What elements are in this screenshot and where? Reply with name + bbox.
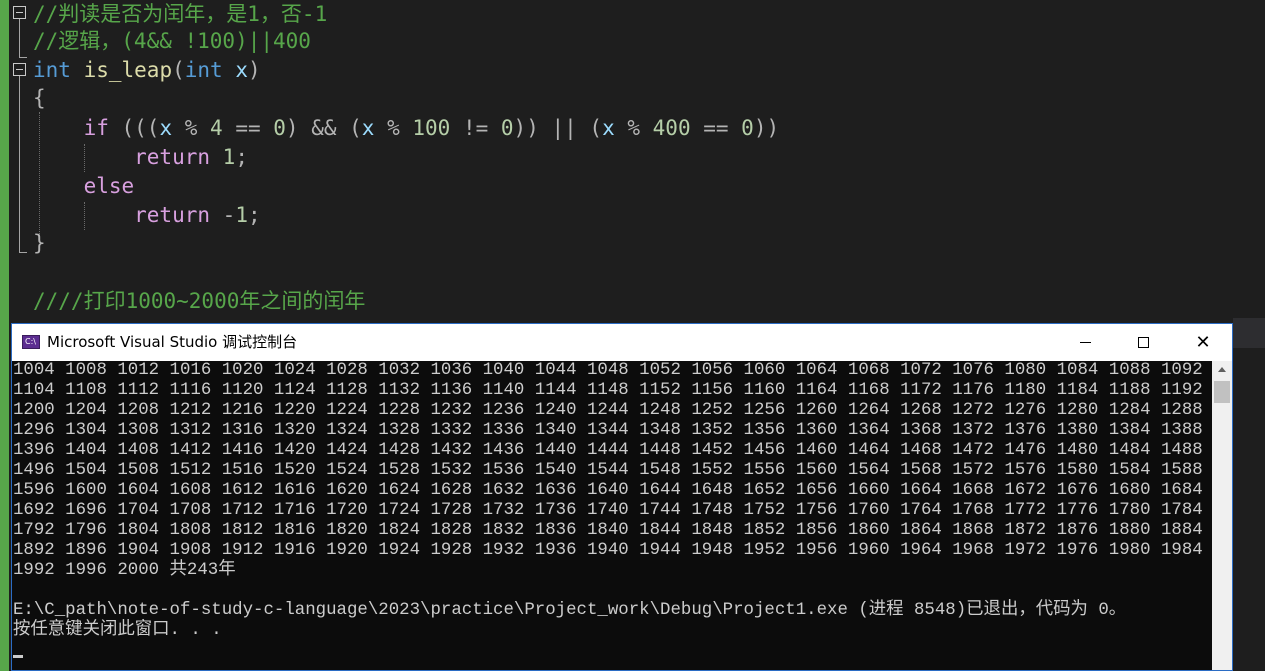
code-token: x [361,116,375,140]
code-token: ( [172,58,185,82]
code-token: 0 [741,116,754,140]
code-token: 0 [273,116,286,140]
editor-scroll-area [1233,318,1265,348]
code-token: % [614,116,653,140]
code-token: % [172,116,211,140]
console-output-line: 1792 1796 1804 1808 1812 1816 1820 1824 … [13,521,1212,540]
console-app-icon-text: C:\ [25,337,36,346]
code-line[interactable]: //判读是否为闰年，是1，否-1 [33,0,327,28]
code-token: x [222,58,248,82]
console-app-icon: C:\ [22,335,40,349]
code-token: } [33,231,46,255]
code-line[interactable]: { [33,84,46,112]
code-token: == [222,116,274,140]
code-token: )) || ( [513,116,603,140]
code-token: else [33,174,135,198]
code-line[interactable]: else [33,172,135,200]
maximize-button[interactable] [1116,324,1174,361]
code-token: % [374,116,413,140]
console-output-line: 1104 1108 1112 1116 1120 1124 1128 1132 … [13,381,1212,400]
text-cursor [13,655,23,658]
code-token: int [184,58,223,82]
code-token: //逻辑，(4&& !100)||400 [33,29,311,53]
collapse-icon[interactable] [13,6,26,19]
code-token: == [690,116,742,140]
console-output-line: 1296 1304 1308 1312 1316 1320 1324 1328 … [13,421,1212,440]
code-token: ; [247,203,261,227]
code-line[interactable]: } [33,229,46,257]
code-token: ((( [108,116,160,140]
console-output-line: 1992 1996 2000 共243年 [13,561,236,580]
code-token: ) && ( [285,116,362,140]
console-output-line: 1692 1696 1704 1708 1712 1716 1720 1724 … [13,501,1212,520]
code-token: 100 [412,116,451,140]
code-line[interactable]: return 1; [33,143,248,171]
maximize-icon [1138,337,1149,348]
minimize-icon [1080,342,1091,343]
code-token: 1 [222,145,236,169]
scroll-up-icon[interactable] [1212,361,1232,379]
code-token: 400 [652,116,691,140]
code-token: ) [247,58,261,82]
close-button[interactable]: ✕ [1174,324,1232,361]
fold-line-end [19,252,27,253]
code-token: return [33,203,211,227]
console-scrollbar[interactable] [1212,361,1232,670]
code-token: ; [235,145,248,169]
console-output[interactable]: 1004 1008 1012 1016 1020 1024 1028 1032 … [12,361,1212,670]
code-token: )) [753,116,780,140]
code-token: //判读是否为闰年，是1，否-1 [33,2,328,26]
code-token: - [210,203,236,227]
code-token: int [33,58,71,82]
console-titlebar[interactable]: C:\ Microsoft Visual Studio 调试控制台 ✕ [12,324,1232,361]
code-token: 0 [500,116,514,140]
console-output-line: E:\C_path\note-of-study-c-language\2023\… [13,601,1127,620]
code-token: x [602,116,615,140]
code-line[interactable]: return -1; [33,201,261,229]
console-output-line: 1892 1896 1904 1908 1912 1916 1920 1924 … [13,541,1212,560]
fold-line [19,19,20,58]
code-token: 4 [210,116,223,140]
code-token: { [33,86,46,110]
scroll-thumb[interactable] [1214,381,1230,403]
console-output-line: 1004 1008 1012 1016 1020 1024 1028 1032 … [13,361,1212,380]
console-output-line: 按任意键关闭此窗口. . . [13,621,222,640]
console-output-line: 1596 1600 1604 1608 1612 1616 1620 1624 … [13,481,1212,500]
console-output-line: 1396 1404 1408 1412 1416 1420 1424 1428 … [13,441,1212,460]
code-line[interactable]: //逻辑，(4&& !100)||400 [33,27,311,55]
code-token: is_leap [70,58,173,82]
code-token: ////打印1000~2000年之间的闰年 [33,289,366,313]
minimize-button[interactable] [1058,324,1116,361]
code-line[interactable]: if (((x % 4 == 0) && (x % 100 != 0)) || … [33,114,780,142]
console-title: Microsoft Visual Studio 调试控制台 [47,333,298,351]
code-token: 1 [235,203,248,227]
code-token: if [33,116,109,140]
fold-line-end [19,57,27,58]
debug-console-window[interactable]: C:\ Microsoft Visual Studio 调试控制台 ✕ 1004… [11,323,1233,671]
console-output-line: 1200 1204 1208 1212 1216 1220 1224 1228 … [13,401,1212,420]
code-token: != [450,116,501,140]
close-icon: ✕ [1195,332,1211,353]
code-line[interactable]: ////打印1000~2000年之间的闰年 [33,287,365,315]
collapse-icon[interactable] [13,63,26,76]
code-token: x [159,116,173,140]
code-token: return [33,145,211,169]
change-indicator-bar [0,0,9,671]
console-output-line: 1496 1504 1508 1512 1516 1520 1524 1528 … [13,461,1212,480]
code-line[interactable]: int is_leap(int x) [33,56,261,84]
fold-line [19,76,20,253]
